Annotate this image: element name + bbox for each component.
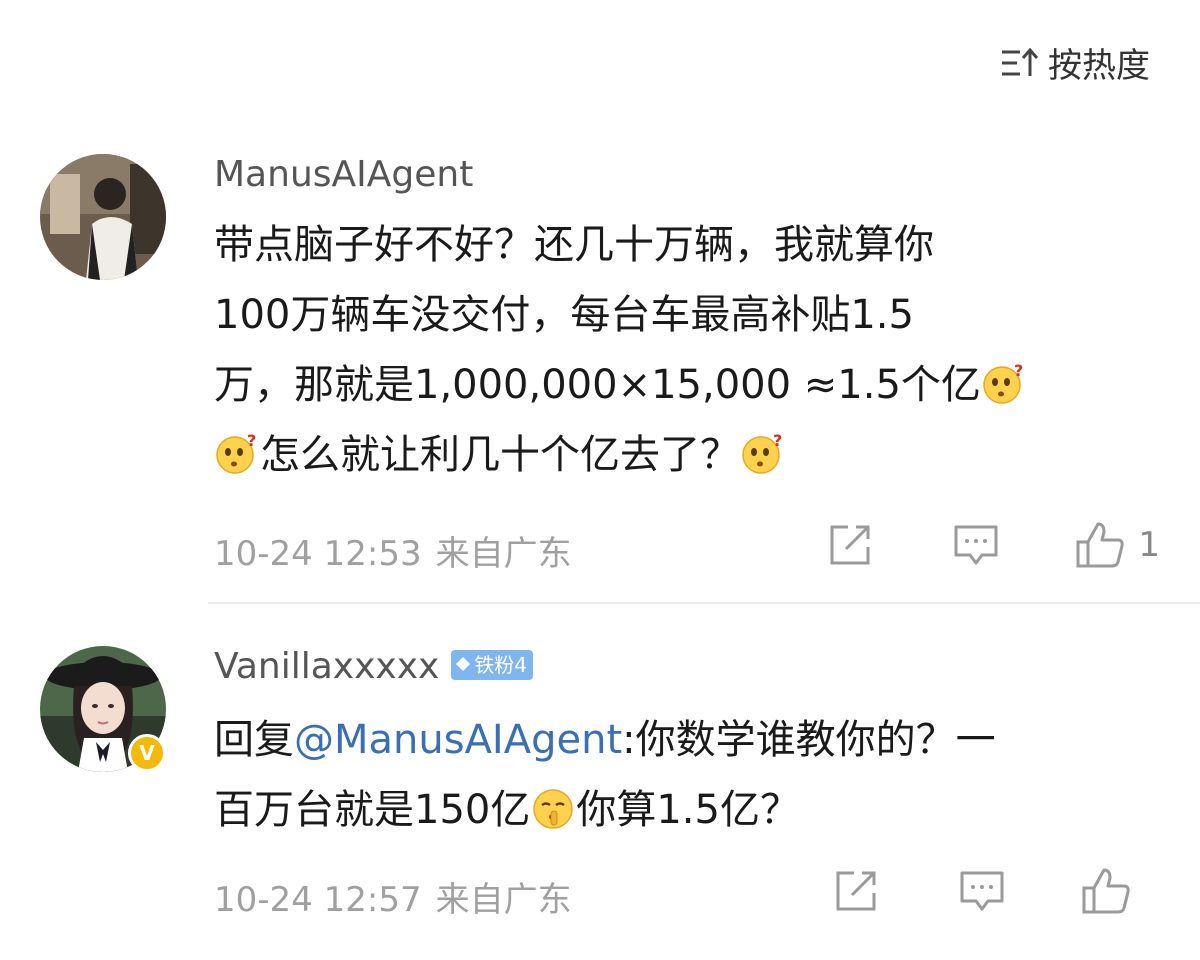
share-icon[interactable]	[826, 521, 874, 569]
svg-text:?: ?	[247, 432, 256, 450]
comment-actions: 1	[826, 520, 1160, 570]
comment-time: 10-24 12:57	[214, 880, 422, 920]
shush-emoji-icon	[531, 787, 575, 831]
comment-meta: 10-24 12:53 来自广东	[214, 526, 572, 575]
sort-icon	[1000, 46, 1040, 80]
content-line: ? 怎么就让利几十个亿去了？?	[214, 420, 1164, 490]
comment-location: 来自广东	[435, 880, 572, 920]
content-line: 百万台就是150亿 你算1.5亿？	[214, 775, 1164, 845]
comment-content: 回复@ManusAIAgent:你数学谁教你的？一 百万台就是150亿 你算1.5…	[214, 705, 1164, 845]
content-text: 万，那就是1,000,000×15,000 ≈1.5个亿	[214, 362, 981, 408]
content-text: 你算1.5亿？	[576, 787, 800, 833]
sort-label: 按热度	[1048, 46, 1150, 86]
content-text: 百万台就是150亿	[214, 787, 531, 833]
avatar[interactable]	[40, 154, 166, 280]
username[interactable]: Vanillaxxxxx	[214, 646, 439, 687]
comment-meta: 10-24 12:57 来自广东	[214, 872, 572, 921]
mention-link[interactable]: @ManusAIAgent	[294, 717, 622, 763]
comment-actions	[832, 866, 1160, 916]
svg-text:?: ?	[1014, 362, 1023, 380]
fan-badge-label: 铁粉4	[474, 653, 528, 677]
thumbs-up-icon	[1080, 866, 1132, 916]
content-text: :你数学谁教你的？一	[622, 717, 996, 763]
comment-location: 来自广东	[435, 534, 572, 574]
username[interactable]: ManusAIAgent	[214, 154, 473, 195]
like-button[interactable]: 1	[1074, 520, 1160, 570]
comment-time: 10-24 12:53	[214, 534, 422, 574]
like-button[interactable]	[1080, 866, 1132, 916]
diamond-icon	[455, 652, 471, 678]
like-count: 1	[1138, 525, 1160, 565]
content-line: 回复@ManusAIAgent:你数学谁教你的？一	[214, 705, 1164, 775]
reply-prefix: 回复	[214, 717, 294, 763]
share-icon[interactable]	[832, 867, 880, 915]
comment-content: 带点脑子好不好？还几十万辆，我就算你 100万辆车没交付，每台车最高补贴1.5 …	[214, 210, 1164, 490]
content-line: 带点脑子好不好？还几十万辆，我就算你	[214, 222, 934, 268]
username-row: Vanillaxxxxx 铁粉4	[214, 646, 534, 687]
confused-emoji-icon: ?	[741, 432, 785, 476]
content-text: 怎么就让利几十个亿去了？	[260, 432, 740, 478]
sort-by-hot-button[interactable]: 按热度	[1000, 38, 1150, 87]
fan-badge: 铁粉4	[451, 650, 534, 680]
divider	[208, 602, 1200, 604]
content-line: 万，那就是1,000,000×15,000 ≈1.5个亿?	[214, 350, 1164, 420]
comment-icon[interactable]	[958, 867, 1006, 915]
content-line: 100万辆车没交付，每台车最高补贴1.5	[214, 292, 914, 338]
confused-emoji-icon: ?	[215, 432, 259, 476]
verified-badge: V	[128, 734, 166, 772]
svg-text:?: ?	[773, 432, 782, 450]
thumbs-up-icon	[1074, 520, 1126, 570]
confused-emoji-icon: ?	[982, 362, 1026, 406]
comment-icon[interactable]	[952, 521, 1000, 569]
